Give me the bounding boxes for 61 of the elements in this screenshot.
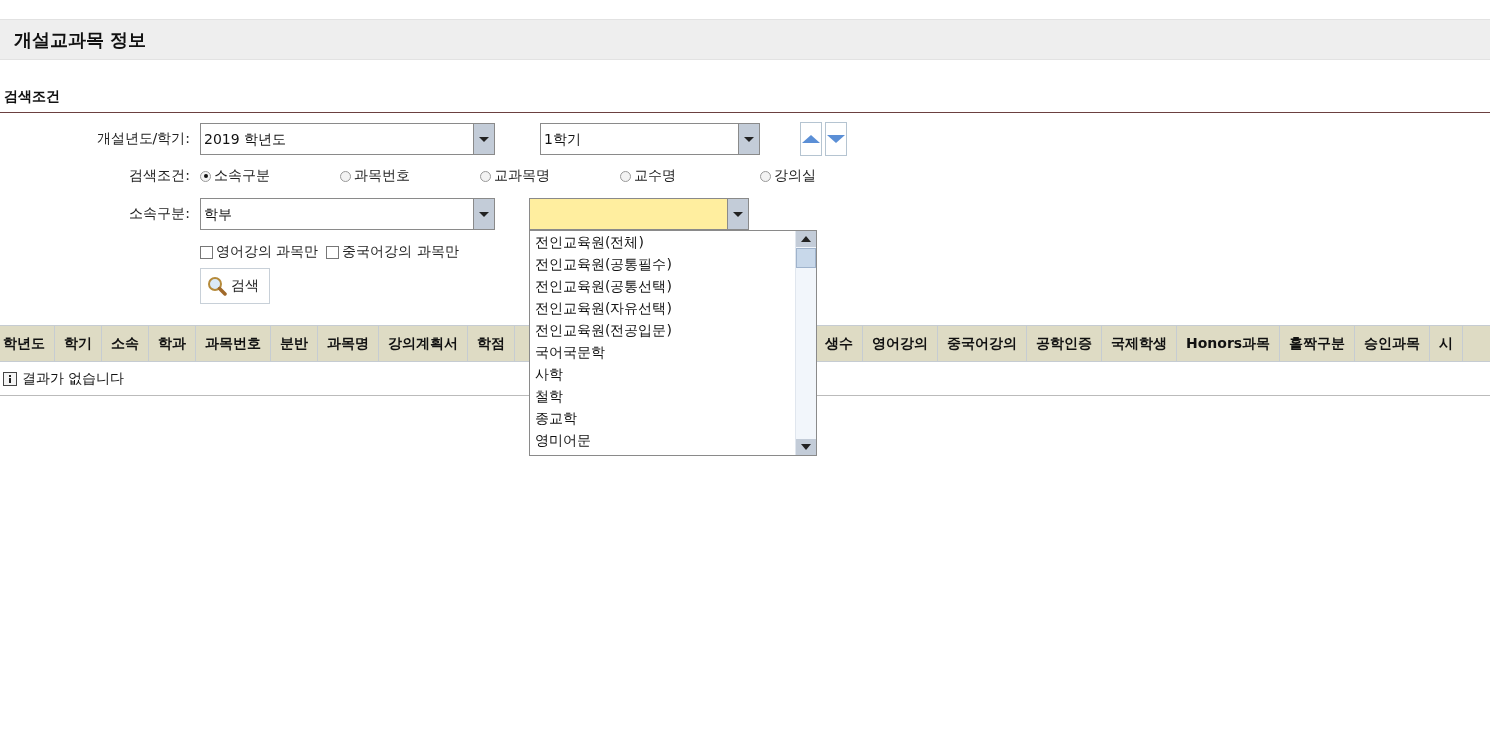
term-select[interactable]: 1학기: [540, 123, 760, 155]
dropdown-item[interactable]: 전인교육원(전체): [535, 231, 795, 253]
column-header[interactable]: Honors과목: [1177, 326, 1281, 361]
checkbox-option[interactable]: 중국어강의 과목만: [326, 243, 459, 261]
dropdown-item[interactable]: 전인교육원(공통선택): [535, 275, 795, 297]
checkbox[interactable]: [200, 245, 213, 259]
radio-option[interactable]: 교수명: [620, 167, 760, 185]
column-header[interactable]: 공학인증: [1027, 326, 1102, 361]
dropdown-item[interactable]: 철학: [535, 385, 795, 407]
department-select[interactable]: [529, 198, 749, 230]
column-header[interactable]: 학년도: [0, 326, 55, 361]
field-label: 검색조건:: [128, 167, 191, 185]
column-header[interactable]: 생수: [825, 326, 863, 361]
dropdown-item[interactable]: 국어국문학: [535, 341, 795, 363]
column-header[interactable]: 과목번호: [196, 326, 271, 361]
checkbox-option[interactable]: 영어강의 과목만: [200, 243, 319, 261]
dropdown-item[interactable]: 전인교육원(전공입문): [535, 319, 795, 341]
dropdown-item[interactable]: 영미어문: [535, 429, 795, 451]
dropdown-item[interactable]: 전인교육원(공통필수): [535, 253, 795, 275]
radio-icon[interactable]: [620, 170, 631, 182]
column-header[interactable]: 분반: [271, 326, 318, 361]
dropdown-item[interactable]: 종교학: [535, 407, 795, 429]
field-label: 소속구분:: [128, 205, 191, 223]
search-button[interactable]: 검색: [200, 268, 270, 304]
column-header[interactable]: 국제학생: [1102, 326, 1177, 361]
scroll-thumb[interactable]: [796, 248, 816, 268]
checkbox[interactable]: [326, 245, 340, 259]
column-header[interactable]: 학기: [55, 326, 102, 361]
scroll-up-icon[interactable]: [796, 231, 816, 247]
column-header[interactable]: 홀짝구분: [1280, 326, 1356, 361]
dropdown-item[interactable]: 전인교육원(자유선택): [535, 297, 795, 319]
radio-option[interactable]: 교과목명: [480, 167, 620, 185]
column-header[interactable]: 소속: [102, 326, 149, 361]
radio-option[interactable]: 과목번호: [340, 167, 480, 185]
move-up-button[interactable]: [800, 122, 822, 156]
column-header[interactable]: 중국어강의: [938, 326, 1027, 361]
column-header[interactable]: 영어강의: [863, 326, 938, 361]
radio-icon[interactable]: [480, 170, 491, 182]
dropdown-item[interactable]: 사학: [535, 363, 795, 385]
section-title: 검색조건: [0, 88, 1490, 113]
scroll-down-icon[interactable]: [796, 439, 816, 455]
affiliation-select[interactable]: 학부: [200, 198, 495, 230]
radio-icon[interactable]: [760, 170, 771, 182]
field-label: 개설년도/학기:: [95, 130, 191, 148]
radio-option[interactable]: 소속구분: [200, 167, 340, 185]
radio-icon[interactable]: [340, 170, 351, 182]
radio-icon[interactable]: [200, 170, 211, 182]
move-down-button[interactable]: [825, 122, 847, 156]
column-header[interactable]: 학점: [468, 326, 515, 361]
scrollbar[interactable]: [795, 231, 816, 455]
column-header[interactable]: 시: [1430, 326, 1464, 361]
radio-option[interactable]: 강의실: [760, 167, 816, 185]
column-header[interactable]: 승인과목: [1355, 326, 1431, 361]
column-header[interactable]: 학과: [149, 326, 196, 361]
column-header[interactable]: 과목명: [318, 326, 379, 361]
empty-message: 결과가 없습니다: [22, 369, 125, 388]
column-header[interactable]: 강의계획서: [379, 326, 468, 361]
magnifier-icon: [207, 276, 227, 296]
year-select[interactable]: 2019 학년도: [200, 123, 495, 155]
info-icon: [3, 371, 17, 386]
page-title: 개설교과목 정보: [14, 27, 147, 52]
